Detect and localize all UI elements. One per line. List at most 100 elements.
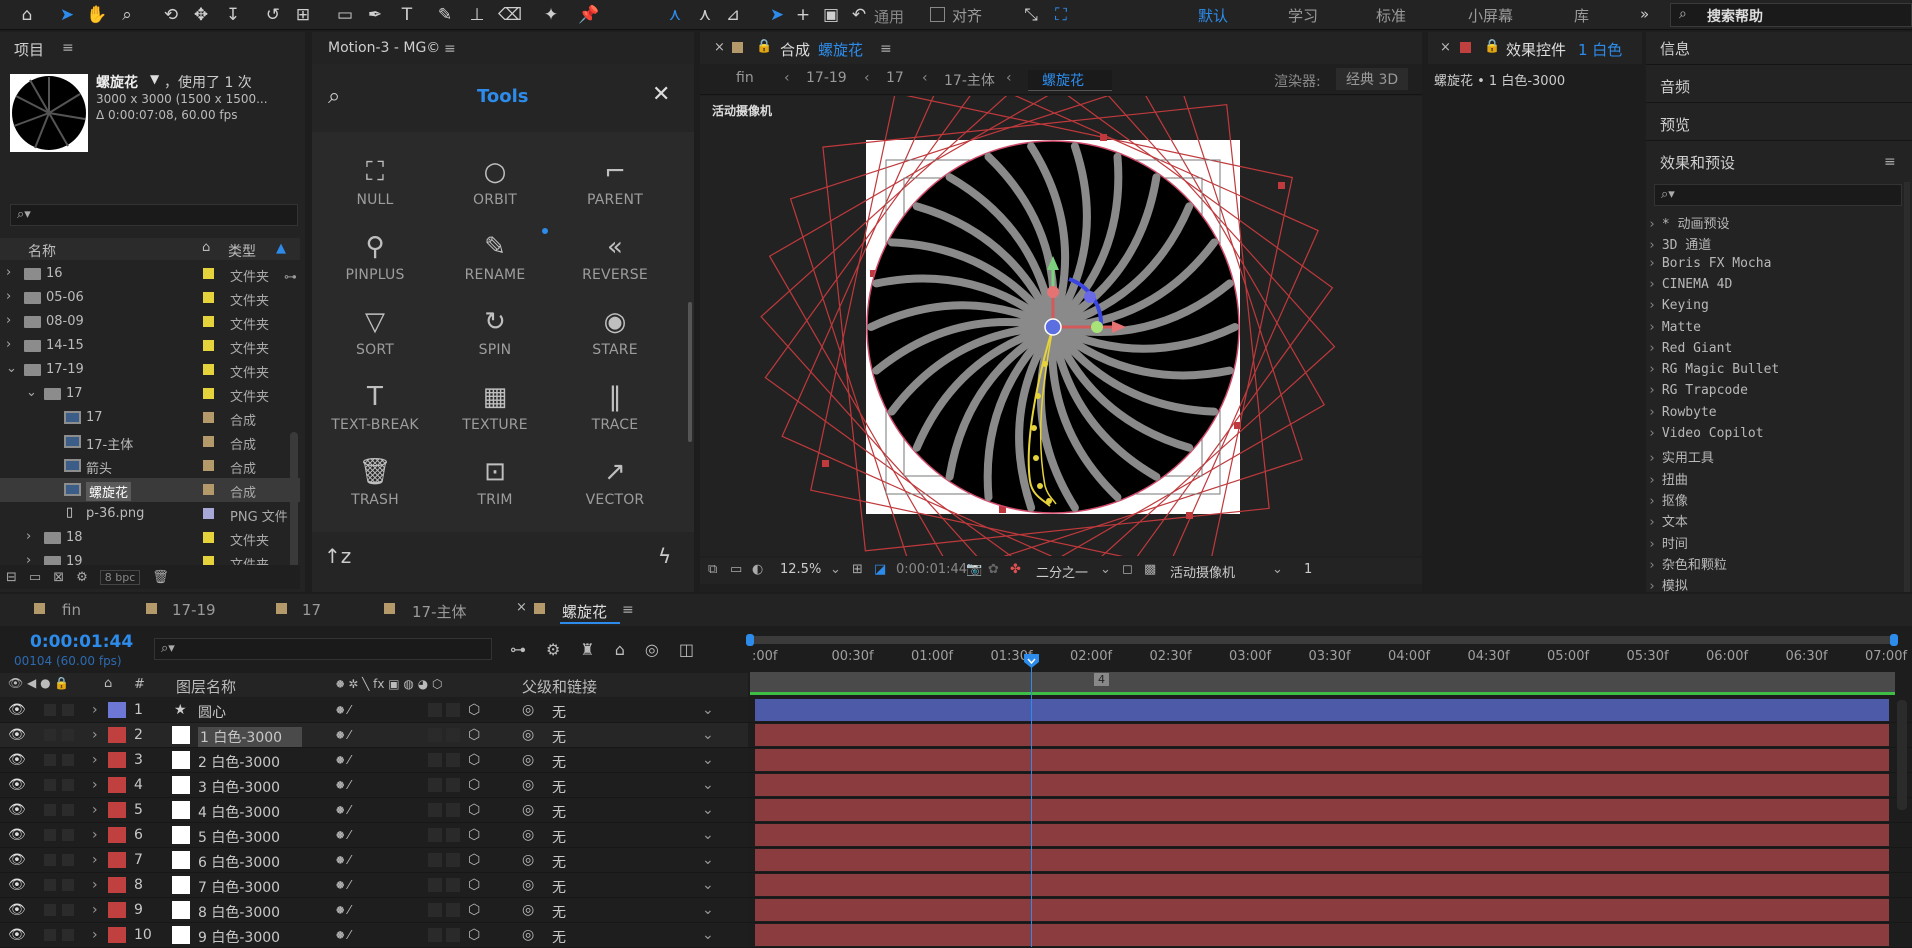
project-item[interactable]: ⌄ 17 文件夹 — [0, 382, 300, 406]
snapping-active-icon[interactable]: ⛶ — [1050, 4, 1072, 26]
switch-box[interactable] — [428, 703, 442, 717]
parent-chevron-icon[interactable]: ⌄ — [702, 752, 714, 768]
layer-switch-icons[interactable]: 🞿 ⁄ — [336, 902, 350, 920]
visibility-eye-icon[interactable]: 👁 — [8, 777, 26, 793]
display-icon[interactable]: ▭ — [730, 562, 742, 577]
adjust-icon[interactable]: ⚙ — [76, 570, 88, 585]
timeline-search-input[interactable]: ⌕▾ — [154, 638, 492, 660]
solo-toggle[interactable] — [44, 779, 56, 791]
effects-category[interactable]: › 扭曲 — [1648, 469, 1688, 489]
motion-scrollbar[interactable] — [688, 302, 692, 442]
project-item[interactable]: 17-主体 合成 — [0, 430, 300, 454]
effects-close-icon[interactable]: × — [1440, 40, 1451, 55]
layer-row[interactable]: 👁 › 7 6 白色-3000 🞿 ⁄ ⬡ ◎ 无 ⌄ — [0, 848, 1912, 873]
view-axis-icon[interactable]: ⊿ — [722, 4, 744, 26]
switch-box[interactable] — [428, 853, 442, 867]
parent-chevron-icon[interactable]: ⌄ — [702, 727, 714, 743]
lock-toggle[interactable] — [62, 854, 74, 866]
lock-toggle[interactable] — [62, 929, 74, 941]
clone-stamp-icon[interactable]: ⊥ — [466, 4, 488, 26]
col-type-header[interactable]: 类型 — [228, 241, 256, 261]
camera-chevron-icon[interactable]: ⌄ — [1272, 562, 1283, 577]
parent-chevron-icon[interactable]: ⌄ — [702, 802, 714, 818]
tool-texture[interactable]: ▦ TEXTURE — [440, 381, 550, 433]
layer-row[interactable]: 👁 › 5 4 白色-3000 🞿 ⁄ ⬡ ◎ 无 ⌄ — [0, 798, 1912, 823]
mask-icon[interactable]: ◐ — [752, 562, 763, 577]
3d-layer-icon[interactable]: ⬡ — [468, 827, 480, 843]
effects-lock-icon[interactable]: 🔒 — [1484, 39, 1500, 54]
project-item[interactable]: ▯ p-36.png PNG 文件 — [0, 502, 300, 526]
resolution-chevron-icon[interactable]: ⌄ — [1100, 562, 1111, 577]
breadcrumb-item[interactable]: fin — [736, 70, 754, 86]
parent-select[interactable]: 无 — [552, 902, 566, 922]
expand-arrow-icon[interactable]: › — [26, 529, 31, 544]
layer-label-color[interactable] — [108, 727, 126, 743]
3d-layer-icon[interactable]: ⬡ — [468, 852, 480, 868]
lock-toggle[interactable] — [62, 779, 74, 791]
parent-chevron-icon[interactable]: ⌄ — [702, 927, 714, 943]
switch-box[interactable] — [446, 828, 460, 842]
layer-switch-icons[interactable]: 🞿 ⁄ — [336, 727, 350, 745]
expand-arrow-icon[interactable]: › — [92, 752, 98, 768]
3d-layer-icon[interactable]: ⬡ — [468, 877, 480, 893]
project-item[interactable]: › 18 文件夹 — [0, 526, 300, 550]
tool-trash[interactable]: 🗑 TRASH — [320, 456, 430, 508]
parent-select[interactable]: 无 — [552, 852, 566, 872]
project-search-input[interactable]: ⌕▾ — [10, 204, 298, 226]
align-checkbox[interactable] — [930, 7, 945, 22]
lock-toggle[interactable] — [62, 754, 74, 766]
switch-box[interactable] — [428, 878, 442, 892]
lock-toggle[interactable] — [62, 879, 74, 891]
info-panel-title[interactable]: 信息 — [1660, 38, 1690, 59]
comp-close-icon[interactable]: × — [714, 40, 725, 55]
project-menu-icon[interactable]: ≡ — [62, 40, 74, 56]
expand-arrow-icon[interactable]: › — [92, 902, 98, 918]
layer-row[interactable]: 👁 › 8 7 白色-3000 🞿 ⁄ ⬡ ◎ 无 ⌄ — [0, 873, 1912, 898]
switch-box[interactable] — [446, 753, 460, 767]
workspace-small-screen[interactable]: 小屏幕 — [1468, 5, 1513, 26]
workspace-library[interactable]: 库 — [1574, 5, 1589, 26]
pickwhip-icon[interactable]: ◎ — [522, 777, 534, 793]
expand-arrow-icon[interactable]: › — [6, 265, 11, 280]
layer-name[interactable]: 5 白色-3000 — [198, 827, 280, 847]
tab-close-icon[interactable]: × — [516, 600, 527, 615]
tab-17-main[interactable]: 17-主体 — [412, 601, 467, 622]
effects-category[interactable]: › Video Copilot — [1648, 426, 1764, 446]
switch-box[interactable] — [428, 828, 442, 842]
expand-arrow-icon[interactable]: › — [6, 337, 11, 352]
visibility-eye-icon[interactable]: 👁 — [8, 852, 26, 868]
home-icon[interactable]: ⌂ — [16, 4, 38, 26]
pickwhip-icon[interactable]: ◎ — [522, 852, 534, 868]
label-tag-icon[interactable]: ⌂ — [202, 240, 210, 255]
layer-label-color[interactable] — [108, 827, 126, 843]
layer-row[interactable]: 👁 › 6 5 白色-3000 🞿 ⁄ ⬡ ◎ 无 ⌄ — [0, 823, 1912, 848]
label-header-icon[interactable]: ⌂ — [104, 676, 112, 691]
switch-box[interactable] — [446, 703, 460, 717]
solo-toggle[interactable] — [44, 829, 56, 841]
effects-category[interactable]: › 文本 — [1648, 511, 1688, 531]
effects-category[interactable]: › CINEMA 4D — [1648, 277, 1732, 297]
solo-toggle[interactable] — [44, 729, 56, 741]
tab-17-19[interactable]: 17-19 — [172, 601, 216, 619]
effects-category[interactable]: › 实用工具 — [1648, 447, 1714, 467]
layer-switch-icons[interactable]: 🞿 ⁄ — [336, 852, 350, 870]
layer-name[interactable]: 9 白色-3000 — [198, 927, 280, 947]
parent-chevron-icon[interactable]: ⌄ — [702, 827, 714, 843]
region-icon[interactable]: ◪ — [874, 562, 886, 577]
undo-snap-icon[interactable]: ↶ — [848, 4, 870, 26]
effects-category[interactable]: › 杂色和颗粒 — [1648, 554, 1727, 574]
visibility-eye-icon[interactable]: 👁 — [8, 702, 26, 718]
always-preview-icon[interactable]: ⧉ — [708, 562, 717, 577]
anchor-tool-icon[interactable]: ⊞ — [292, 4, 314, 26]
pickwhip-icon[interactable]: ◎ — [522, 752, 534, 768]
more-workspaces[interactable]: » — [1640, 5, 1649, 23]
visibility-eye-icon[interactable]: 👁 — [8, 752, 26, 768]
3d-layer-icon[interactable]: ⬡ — [468, 927, 480, 943]
effects-search-input[interactable]: ⌕▾ — [1654, 184, 1902, 206]
layer-switch-icons[interactable]: 🞿 ⁄ — [336, 702, 350, 720]
tool-trim[interactable]: ⊡ TRIM — [440, 456, 550, 508]
layer-label-color[interactable] — [108, 852, 126, 868]
parent-chevron-icon[interactable]: ⌄ — [702, 902, 714, 918]
new-folder-icon[interactable]: ▭ — [29, 570, 41, 585]
frame-blending-icon[interactable]: ⌂ — [615, 640, 625, 659]
